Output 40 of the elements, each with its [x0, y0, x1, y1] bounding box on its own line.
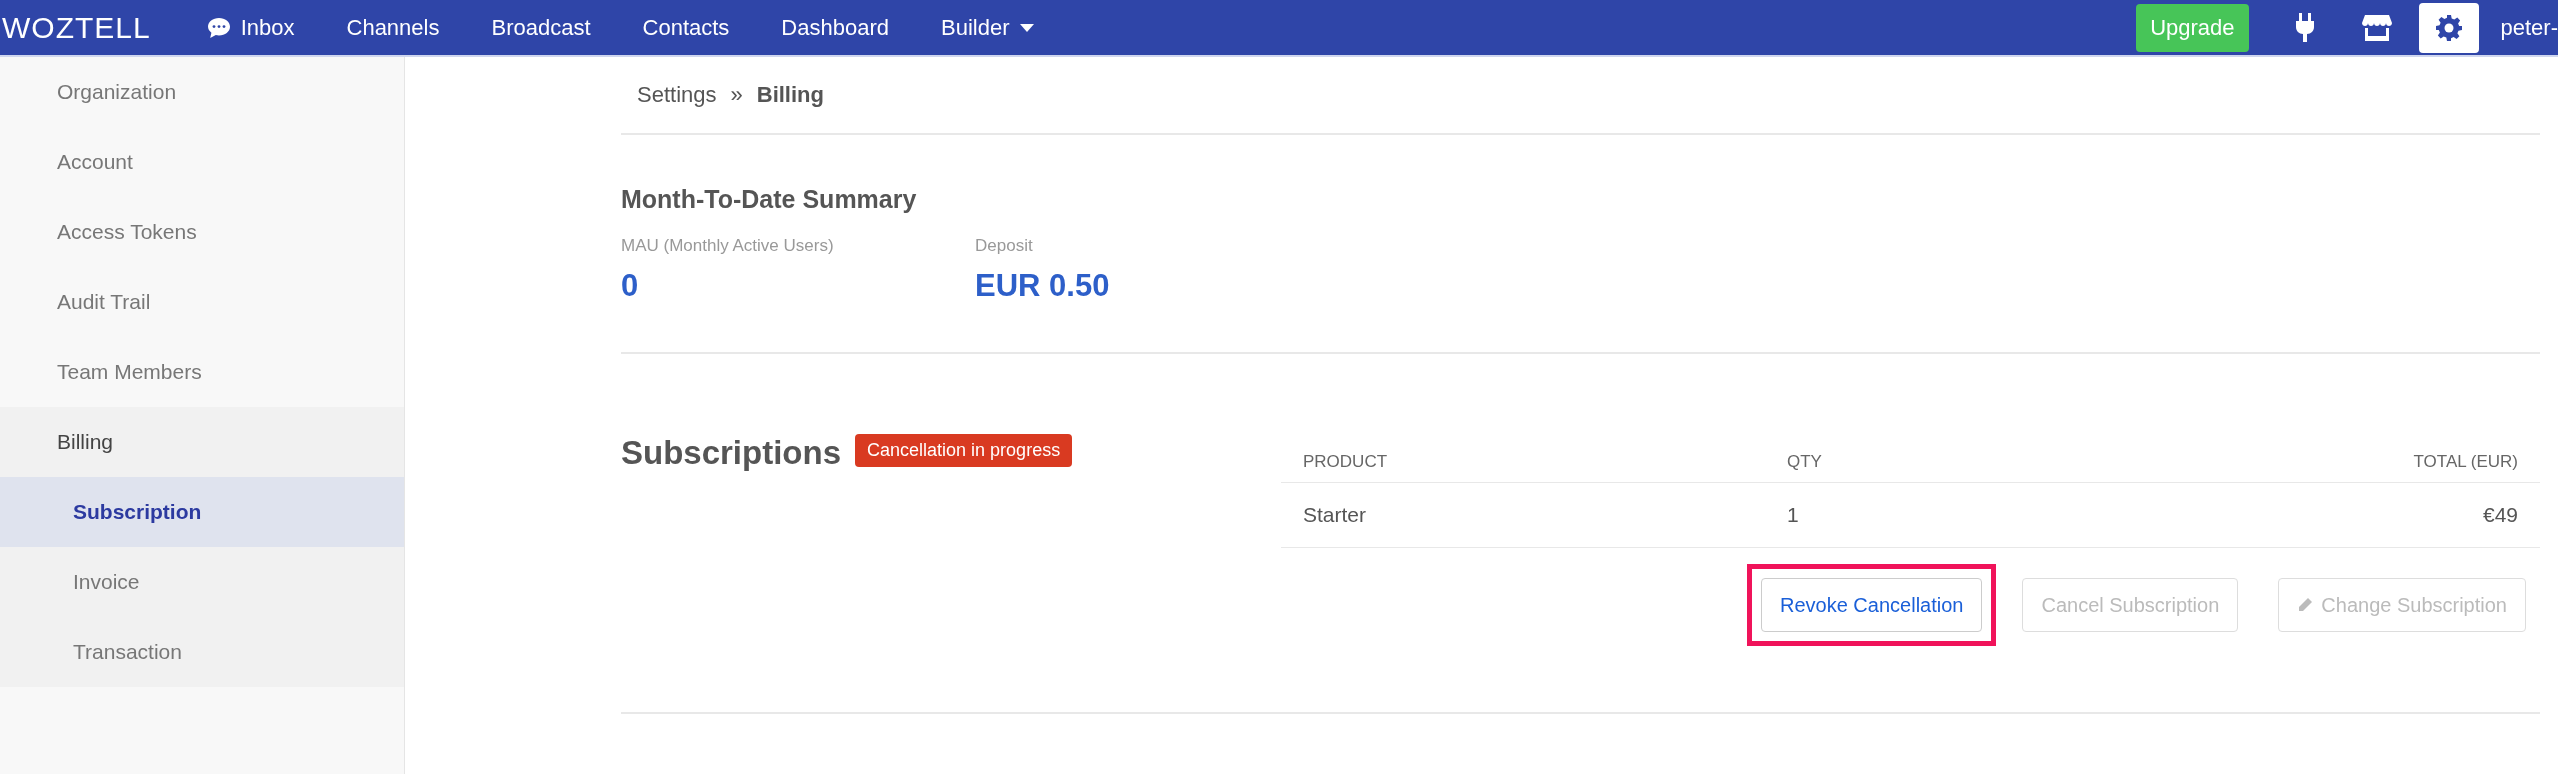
sidebar-item[interactable]: Team Members — [0, 337, 404, 407]
chat-icon — [206, 16, 231, 39]
stat-value: EUR 0.50 — [975, 268, 1111, 304]
section-title: Subscriptions — [621, 434, 842, 472]
nav-link[interactable]: Channels — [320, 14, 466, 41]
stat-label: MAU (Monthly Active Users) — [621, 236, 835, 256]
stat-label: Deposit — [975, 236, 1034, 256]
settings-button[interactable] — [2418, 2, 2479, 53]
status-badge: Cancellation in progress — [855, 434, 1073, 467]
nav-link[interactable]: Broadcast — [465, 14, 617, 41]
plug-icon — [2294, 12, 2315, 43]
breadcrumb-separator: » — [730, 82, 743, 108]
sidebar-item[interactable]: Billing — [0, 407, 404, 477]
nav-link[interactable]: Dashboard — [755, 14, 915, 41]
table-cell: €49 — [2033, 482, 2540, 548]
sidebar-subitem[interactable]: Subscription — [0, 477, 404, 547]
column-header: TOTAL (EUR) — [2033, 434, 2540, 483]
settings-icon — [2434, 13, 2463, 42]
sidebar-item[interactable]: Access Tokens — [0, 197, 404, 267]
store-icon — [2361, 13, 2392, 42]
column-header: PRODUCT — [1281, 434, 1765, 483]
sidebar-item[interactable]: Audit Trail — [0, 267, 404, 337]
logo[interactable]: WOZTELL — [2, 10, 151, 45]
nav-link[interactable]: Builder — [915, 14, 1062, 41]
table-cell: Starter — [1281, 482, 1765, 548]
nav-link[interactable]: Contacts — [616, 14, 756, 41]
breadcrumb-link[interactable]: Settings — [637, 82, 717, 108]
sidebar-subitem[interactable]: Invoice — [0, 547, 404, 617]
pencil-icon — [2297, 597, 2314, 613]
column-header: QTY — [1765, 434, 2034, 483]
sidebar-subitem[interactable]: Transaction — [0, 617, 404, 687]
user-name[interactable]: peter- — [2500, 14, 2558, 41]
section-title: Month-To-Date Summary — [621, 185, 918, 214]
sidebar-item[interactable]: Organization — [0, 57, 404, 127]
table-cell: 1 — [1765, 482, 2034, 548]
nav-link[interactable]: Inbox — [180, 14, 321, 41]
action-button[interactable]: Revoke Cancellation — [1761, 578, 1983, 632]
breadcrumb-current: Billing — [756, 82, 824, 108]
sidebar-item[interactable]: Account — [0, 127, 404, 197]
stat-value: 0 — [621, 268, 640, 304]
